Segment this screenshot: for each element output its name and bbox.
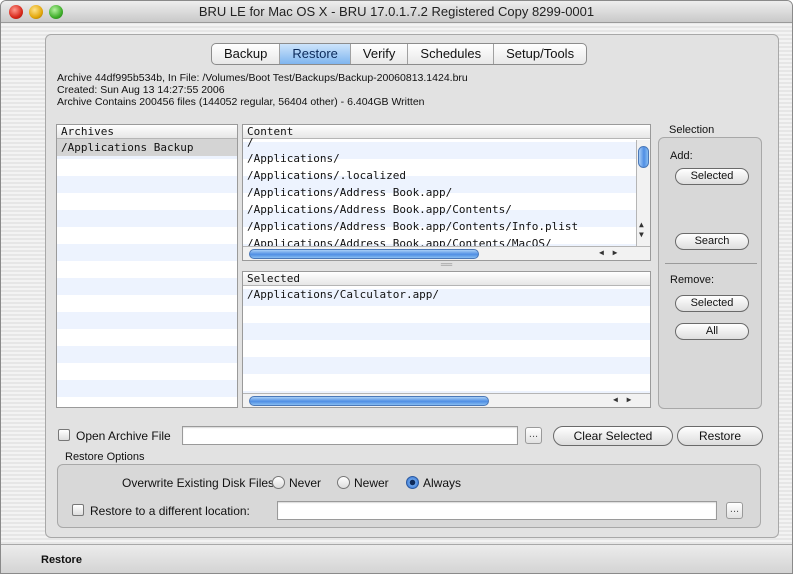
add-selected-button[interactable]: Selected [675, 168, 749, 185]
tab-setup-tools[interactable]: Setup/Tools [494, 44, 586, 64]
archives-list[interactable]: Archives /Applications Backup [56, 124, 238, 408]
selected-list[interactable]: Selected /Applications/Calculator.app/ ◀… [242, 271, 651, 408]
content-horizontal-arrows[interactable]: ◀ ▶ [599, 248, 619, 257]
selected-item[interactable]: /Applications/Calculator.app/ [243, 286, 650, 303]
tab-schedules[interactable]: Schedules [408, 44, 495, 64]
tab-backup[interactable]: Backup [212, 44, 281, 64]
search-button[interactable]: Search [675, 233, 749, 250]
overwrite-never-label[interactable]: Never [289, 476, 321, 490]
selected-horizontal-thumb[interactable] [249, 396, 489, 406]
window-title: BRU LE for Mac OS X - BRU 17.0.1.7.2 Reg… [198, 4, 595, 19]
restore-options-title: Restore Options [65, 451, 145, 463]
archive-info-created: Created: Sun Aug 13 14:27:55 2006 [57, 84, 225, 96]
status-bar: Restore [1, 544, 792, 573]
content-item[interactable]: / [243, 135, 650, 150]
content-list[interactable]: Content / /Applications/ /Applications/.… [242, 124, 651, 261]
minimize-window-button[interactable] [29, 5, 43, 19]
overwrite-always-label[interactable]: Always [423, 476, 461, 490]
restore-options-panel: Overwrite Existing Disk Files Never Newe… [57, 464, 761, 528]
zoom-window-button[interactable] [49, 5, 63, 19]
different-location-browse-button[interactable]: ... [726, 502, 743, 519]
restore-button[interactable]: Restore [677, 426, 763, 446]
overwrite-never-radio[interactable] [272, 476, 285, 489]
archive-info-file: Archive 44df995b534b, In File: /Volumes/… [57, 72, 468, 84]
open-archive-label: Open Archive File [76, 429, 171, 443]
title-bar: BRU LE for Mac OS X - BRU 17.0.1.7.2 Reg… [1, 1, 792, 23]
content-item[interactable]: /Applications/ [243, 150, 650, 167]
different-location-field[interactable] [277, 501, 717, 520]
open-archive-checkbox[interactable] [58, 429, 70, 441]
remove-all-button[interactable]: All [675, 323, 749, 340]
remove-label: Remove: [670, 274, 715, 286]
content-item[interactable]: /Applications/.localized [243, 167, 650, 184]
tab-restore[interactable]: Restore [280, 44, 351, 64]
content-horizontal-thumb[interactable] [249, 249, 479, 259]
remove-selected-button[interactable]: Selected [675, 295, 749, 312]
pane-splitter[interactable]: ══ [242, 261, 651, 270]
selection-divider [665, 263, 757, 264]
content-vertical-arrows[interactable]: ▲ ▼ [639, 220, 644, 240]
selected-horizontal-scrollbar[interactable]: ◀ ▶ [243, 393, 650, 407]
selected-header[interactable]: Selected [243, 272, 650, 286]
archives-header[interactable]: Archives [57, 125, 237, 139]
open-archive-path-field[interactable] [182, 426, 518, 445]
selected-horizontal-arrows[interactable]: ◀ ▶ [613, 395, 633, 404]
content-vertical-scrollbar[interactable]: ▲ ▼ [636, 140, 650, 246]
selection-panel: Add: Selected Search Remove: Selected Al… [658, 137, 762, 409]
clear-selected-button[interactable]: Clear Selected [553, 426, 673, 446]
archive-info-contains: Archive Contains 200456 files (144052 re… [57, 96, 425, 108]
overwrite-newer-radio[interactable] [337, 476, 350, 489]
add-label: Add: [670, 150, 693, 162]
status-text: Restore [41, 554, 82, 566]
content-horizontal-scrollbar[interactable]: ◀ ▶ [243, 246, 650, 260]
overwrite-always-radio[interactable] [406, 476, 419, 489]
overwrite-newer-label[interactable]: Newer [354, 476, 389, 490]
different-location-label: Restore to a different location: [90, 504, 250, 518]
close-window-button[interactable] [9, 5, 23, 19]
content-item[interactable]: /Applications/Address Book.app/ [243, 184, 650, 201]
content-item[interactable]: /Applications/Address Book.app/Contents/… [243, 218, 650, 235]
archive-info: Archive 44df995b534b, In File: /Volumes/… [57, 72, 468, 108]
selection-title: Selection [669, 124, 715, 136]
content-vertical-thumb[interactable] [638, 146, 649, 168]
app-window: BRU LE for Mac OS X - BRU 17.0.1.7.2 Reg… [0, 0, 793, 574]
tab-bar: Backup Restore Verify Schedules Setup/To… [211, 43, 588, 65]
archive-item[interactable]: /Applications Backup [57, 139, 237, 156]
tab-verify[interactable]: Verify [351, 44, 409, 64]
overwrite-label: Overwrite Existing Disk Files [122, 476, 275, 490]
content-item[interactable]: /Applications/Address Book.app/Contents/ [243, 201, 650, 218]
open-archive-browse-button[interactable]: ... [525, 427, 542, 444]
different-location-checkbox[interactable] [72, 504, 84, 516]
